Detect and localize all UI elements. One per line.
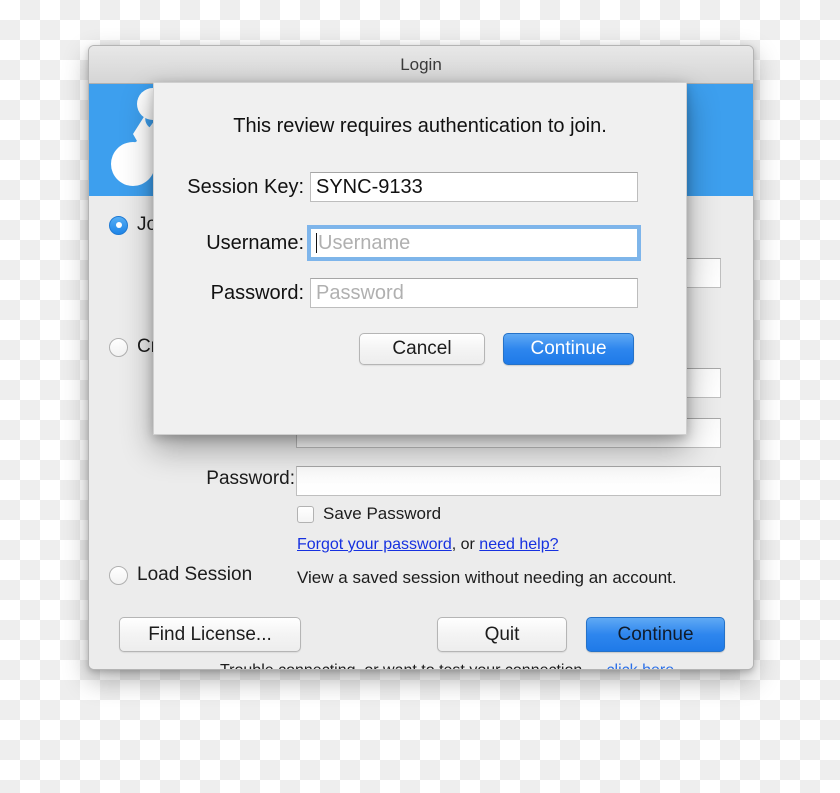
session-key-input[interactable]: SYNC-9133 — [310, 172, 638, 202]
radio-indicator-load-session[interactable] — [109, 565, 128, 585]
screenshot-canvas: Login Jo Cr Password: Save Password Forg… — [0, 0, 840, 793]
load-session-description: View a saved session without needing an … — [297, 568, 677, 587]
radio-option-join[interactable]: Jo — [109, 214, 157, 236]
connection-help-text: Trouble connecting, or want to test your… — [220, 662, 592, 669]
username-placeholder: Username — [318, 231, 411, 254]
username-input[interactable]: Username — [307, 225, 641, 261]
modal-cancel-button[interactable]: Cancel — [359, 333, 485, 365]
authentication-modal: This review requires authentication to j… — [153, 82, 687, 435]
save-password-checkbox[interactable] — [297, 505, 314, 523]
save-password-row[interactable]: Save Password — [297, 504, 441, 524]
modal-password-input[interactable]: Password — [310, 278, 638, 308]
background-password-label: Password: — [206, 468, 295, 489]
connection-help-note: Trouble connecting, or want to test your… — [220, 662, 675, 669]
radio-indicator-join[interactable] — [109, 215, 128, 235]
need-help-link[interactable]: need help? — [479, 536, 558, 553]
username-label: Username: — [206, 231, 304, 254]
modal-row-session-key: Session Key: SYNC-9133 — [172, 172, 638, 202]
click-here-link[interactable]: click here — [607, 662, 675, 669]
session-key-label: Session Key: — [187, 175, 304, 198]
modal-password-label: Password: — [210, 281, 304, 304]
links-separator: , or — [451, 536, 480, 553]
modal-row-password: Password: Password — [172, 278, 638, 308]
save-password-label: Save Password — [323, 504, 442, 523]
continue-button[interactable]: Continue — [586, 617, 725, 652]
modal-continue-button[interactable]: Continue — [503, 333, 634, 365]
account-help-links: Forgot your password, or need help? — [297, 536, 558, 554]
radio-option-load-session[interactable]: Load Session — [109, 564, 252, 586]
quit-button[interactable]: Quit — [437, 617, 567, 652]
forgot-password-link[interactable]: Forgot your password — [297, 536, 452, 553]
modal-row-username: Username: Username — [172, 225, 641, 261]
find-license-button[interactable]: Find License... — [119, 617, 301, 652]
window-titlebar: Login — [89, 46, 753, 84]
text-caret — [316, 233, 317, 253]
modal-message: This review requires authentication to j… — [233, 115, 607, 137]
radio-option-create[interactable]: Cr — [109, 336, 157, 358]
background-password-field[interactable] — [296, 466, 721, 496]
window-title: Login — [400, 54, 442, 74]
radio-indicator-create[interactable] — [109, 337, 128, 357]
radio-label-load-session: Load Session — [137, 564, 253, 585]
